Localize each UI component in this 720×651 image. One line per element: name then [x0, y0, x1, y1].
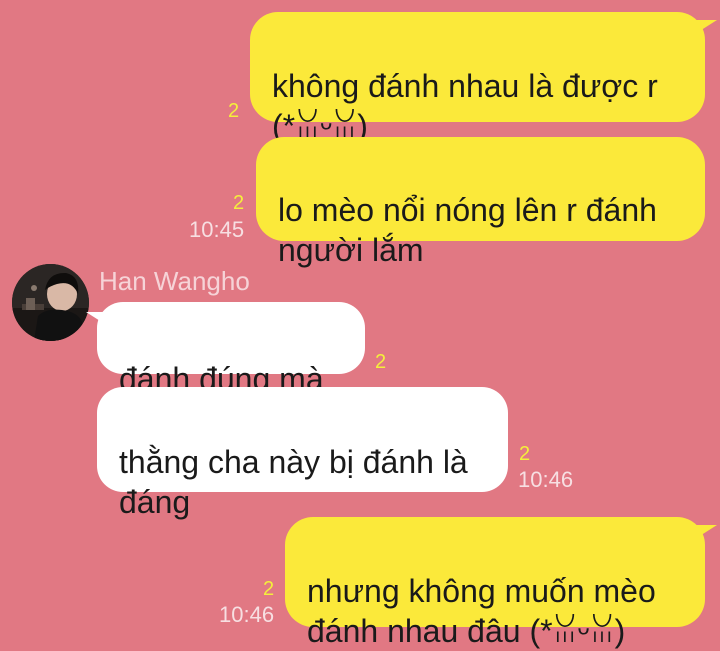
- unread-count: 2: [375, 351, 387, 373]
- unread-count: 2: [263, 578, 275, 600]
- message-timestamp: 10:46: [219, 602, 275, 627]
- message-bubble-outgoing[interactable]: không đánh nhau là được r (*ꈍᵕꈍ): [250, 12, 705, 144]
- message-text: nhưng không muốn mèo đánh nhau đâu (*ꈍᵕꈍ…: [307, 573, 656, 649]
- user-avatar-photo-icon: [12, 264, 89, 341]
- unread-count: 2: [233, 192, 245, 214]
- bubble-tail: [695, 20, 717, 34]
- message-timestamp: 10:46: [518, 467, 574, 492]
- message-text: thằng cha này bị đánh là đáng: [119, 444, 468, 520]
- unread-count: 2: [519, 443, 531, 465]
- message-bubble-outgoing[interactable]: nhưng không muốn mèo đánh nhau đâu (*ꈍᵕꈍ…: [285, 517, 705, 649]
- bubble-tail: [695, 525, 717, 539]
- sender-name: Han Wangho: [99, 266, 250, 296]
- sender-avatar[interactable]: [12, 264, 89, 341]
- unread-count: 2: [228, 100, 240, 122]
- message-text: không đánh nhau là được r (*ꈍᵕꈍ): [272, 68, 658, 144]
- message-bubble-incoming[interactable]: đánh đúng mà: [97, 302, 365, 397]
- message-text: lo mèo nổi nóng lên r đánh người lắm: [278, 192, 657, 268]
- message-bubble-incoming[interactable]: thằng cha này bị đánh là đáng: [97, 387, 508, 520]
- message-bubble-outgoing[interactable]: lo mèo nổi nóng lên r đánh người lắm: [256, 137, 705, 268]
- message-timestamp: 10:45: [189, 217, 245, 242]
- bubble-tail: [86, 312, 108, 326]
